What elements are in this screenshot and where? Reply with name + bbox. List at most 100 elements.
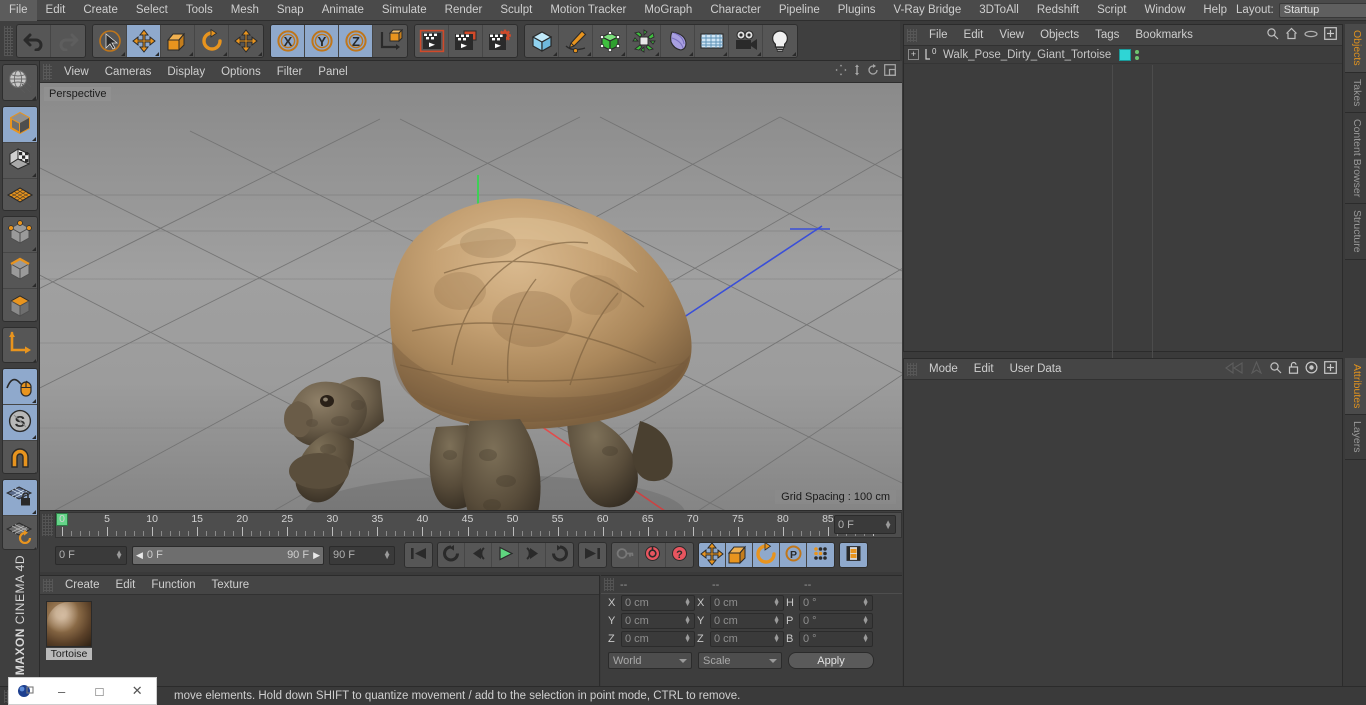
object-menu-file[interactable]: File [921,26,956,45]
next-frame-button[interactable] [519,543,546,567]
size-y-field[interactable]: 0 cm ▲ ▼ [710,613,784,629]
object-menu-tags[interactable]: Tags [1087,26,1127,45]
spinner-icon[interactable]: ▲ ▼ [383,549,391,561]
workplane-mode-button[interactable] [3,179,37,211]
go-to-end-button[interactable] [579,543,606,567]
tab-content-browser[interactable]: Content Browser [1345,113,1366,205]
dropdown-corner-icon[interactable] [31,136,36,141]
menu-redshift[interactable]: Redshift [1028,0,1088,21]
plus-box-icon[interactable] [1324,27,1337,43]
rotation-key-button[interactable] [753,543,780,567]
menu-plugins[interactable]: Plugins [829,0,885,21]
position-x-field[interactable]: 0 cm ▲ ▼ [621,595,695,611]
tab-layers[interactable]: Layers [1345,415,1366,460]
menu-sculpt[interactable]: Sculpt [491,0,541,21]
redo-button[interactable] [51,25,85,57]
viewport-menu-display[interactable]: Display [159,61,213,83]
dropdown-corner-icon[interactable] [258,51,262,56]
dropdown-corner-icon[interactable] [792,51,796,56]
spinner-icon[interactable]: ▲ ▼ [862,597,869,608]
add-generator-button[interactable] [593,24,627,57]
rotation-p-field[interactable]: 0 ° ▲ ▼ [799,613,873,629]
attribute-menu-mode[interactable]: Mode [921,359,966,380]
material-menu-function[interactable]: Function [143,576,203,595]
menu-motion-tracker[interactable]: Motion Tracker [541,0,635,21]
dropdown-corner-icon[interactable] [723,51,727,56]
maximize-button[interactable]: □ [81,677,119,705]
attribute-manager-grip[interactable] [907,362,917,376]
maximize-icon[interactable] [884,64,896,79]
ellipse-icon[interactable] [1304,29,1318,42]
add-primitive-button[interactable] [525,24,559,57]
viewport-solo-button[interactable] [2,369,37,406]
current-frame-field[interactable]: 0 F ▲ ▼ [55,545,127,565]
orbit-icon[interactable] [867,64,879,79]
dropdown-corner-icon[interactable] [655,51,659,56]
position-key-button[interactable] [699,543,726,567]
add-floor-button[interactable] [695,24,729,57]
add-deformer-button[interactable] [627,24,661,57]
viewport-menu-panel[interactable]: Panel [310,61,355,83]
minimize-button[interactable]: – [43,677,81,705]
texture-tag-icon[interactable] [1119,48,1131,61]
rotate-tool[interactable] [195,24,229,57]
dropdown-corner-icon[interactable] [553,51,557,56]
dynamic-place-tool[interactable] [229,25,263,57]
range-left-arrow-icon[interactable]: ◀ [136,550,143,561]
dropdown-corner-icon[interactable] [31,435,36,440]
plus-box-icon[interactable] [1324,361,1337,377]
toolbar-grip[interactable] [4,25,13,56]
parameter-key-button[interactable]: P [780,543,807,567]
dropdown-corner-icon[interactable] [31,283,36,288]
size-mode-select[interactable]: Scale [698,652,782,669]
material-menu-edit[interactable]: Edit [108,576,144,595]
dropdown-corner-icon[interactable] [31,358,36,363]
record-active-objects-button[interactable] [612,543,639,567]
coordinates-grip[interactable] [604,578,614,591]
size-z-field[interactable]: 0 cm ▲ ▼ [710,631,784,647]
play-backwards-loop-button[interactable] [438,543,465,567]
live-selection-tool[interactable] [93,24,127,57]
dropdown-corner-icon[interactable] [757,51,761,56]
play-forwards-button[interactable] [492,543,519,567]
coordinate-system-select[interactable]: World [608,652,692,669]
dropdown-corner-icon[interactable] [189,51,193,56]
dropdown-corner-icon[interactable] [31,247,36,252]
spinner-icon[interactable]: ▲ ▼ [773,615,780,626]
size-x-field[interactable]: 0 cm ▲ ▼ [710,595,784,611]
object-menu-edit[interactable]: Edit [956,26,992,45]
add-scene-object-button[interactable] [661,24,695,57]
target-icon[interactable] [1305,361,1318,377]
material-item[interactable]: Tortoise [46,601,92,660]
menu-3dtoall[interactable]: 3DToAll [970,0,1028,21]
lock-workplane-button[interactable] [2,479,37,516]
menu-mesh[interactable]: Mesh [222,0,268,21]
layout-select[interactable]: Startup [1278,2,1366,18]
menu-help[interactable]: Help [1194,0,1236,21]
menu-file[interactable]: File [0,0,37,21]
end-frame-field[interactable]: 0 F ▲ ▼ [834,515,896,534]
menu-snap[interactable]: Snap [268,0,313,21]
planar-workplane-button[interactable] [3,516,37,549]
lock-z-axis-button[interactable]: Z [339,24,373,57]
preview-range-bar[interactable]: ◀ 0 F 90 F ▶ [132,545,324,565]
history-back-icon[interactable] [1224,361,1244,377]
object-menu-objects[interactable]: Objects [1032,26,1087,45]
viewport-3d[interactable]: Perspective Grid Spacing : 100 cm Y X Z [40,83,902,510]
add-spline-button[interactable] [559,24,593,57]
menu-create[interactable]: Create [74,0,127,21]
spinner-icon[interactable]: ▲ ▼ [684,615,691,626]
tab-structure[interactable]: Structure [1345,204,1366,260]
dropdown-corner-icon[interactable] [31,399,36,404]
enable-snapping-button[interactable]: S [2,405,37,442]
viewport-menu-grip[interactable] [43,63,52,80]
dropdown-corner-icon[interactable] [621,51,625,56]
tab-objects[interactable]: Objects [1345,24,1366,73]
material-manager-grip[interactable] [43,578,53,592]
spinner-icon[interactable]: ▲ ▼ [684,633,691,644]
menu-script[interactable]: Script [1088,0,1135,21]
menu-edit[interactable]: Edit [37,0,75,21]
menu-window[interactable]: Window [1135,0,1194,21]
dropdown-corner-icon[interactable] [223,51,227,56]
point-level-animation-button[interactable] [807,543,834,567]
